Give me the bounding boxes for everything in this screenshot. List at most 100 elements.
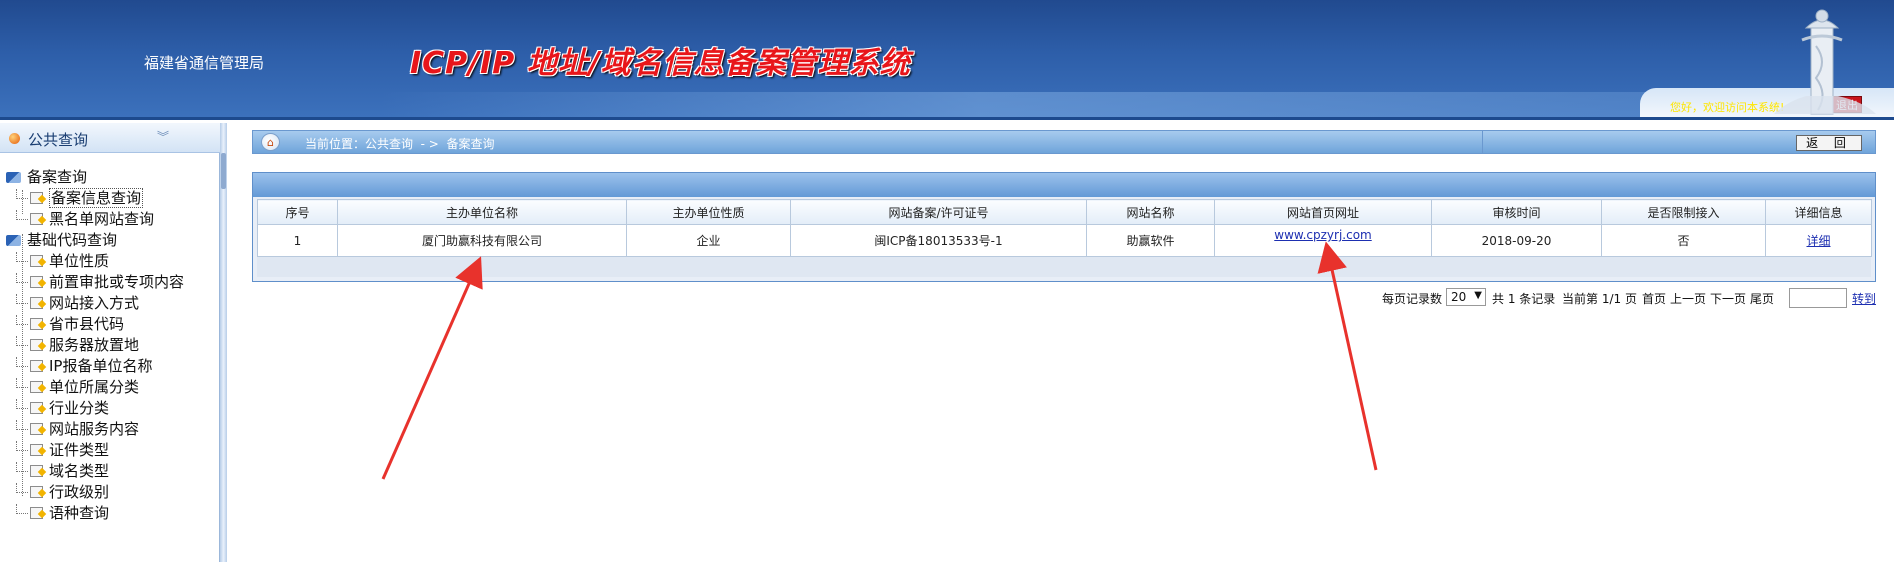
action-bar: 返 回 [1482,130,1876,154]
tree-item-label: 前置审批或专项内容 [49,273,185,291]
col-url: 网站首页网址 [1214,199,1432,225]
folder-group-icon [6,235,21,246]
arrow-to-org-name [381,256,483,480]
tree-node-icon [30,255,43,267]
tree-item-region-code[interactable]: 省市县代码 [16,313,124,334]
cell-url: www.cpzyrj.com [1214,224,1432,257]
tree-node-icon [30,276,43,288]
header-banner: 福建省通信管理局 ICP/IP 地址/域名信息备案管理系统 您好，欢迎访问本系统… [0,0,1894,120]
current-page: 当前第 1/1 页 [1562,292,1637,306]
jump-page-input[interactable] [1789,288,1847,308]
home-icon[interactable]: ⌂ [261,133,280,151]
tree-connector [16,504,28,514]
cell-review-time: 2018-09-20 [1431,224,1602,257]
results-panel-header [253,173,1875,197]
collapse-chevrons-icon[interactable]: ︾ [157,128,169,145]
tree-group-filing-query[interactable]: 备案查询 [6,166,87,187]
tree-item-ip-unit[interactable]: IP报备单位名称 [16,355,152,376]
tree-item-label: 黑名单网站查询 [49,210,155,228]
tree-node-icon [30,339,43,351]
cell-org-type: 企业 [626,224,791,257]
per-page-label: 每页记录数 [1382,292,1443,306]
tree-connector [16,441,28,451]
page-size-select[interactable]: 20 ▼ [1446,288,1486,306]
tree-connector [16,315,28,325]
tree-node-icon [30,507,43,519]
dropdown-arrow-icon: ▼ [1474,290,1482,301]
tree-item-server-location[interactable]: 服务器放置地 [16,334,139,355]
sidebar-splitter[interactable] [220,123,227,562]
detail-link[interactable]: 详细 [1806,234,1830,248]
tree-connector [16,252,28,262]
tree-connector [16,357,28,367]
tree-item-label: 语种查询 [49,504,110,522]
tree-connector [16,399,28,409]
back-button[interactable]: 返 回 [1796,135,1862,151]
tree-item-label: 备案信息查询 [49,188,144,208]
sidebar-header[interactable]: 公共查询 ︾ [0,123,220,153]
tree-connector [16,189,28,199]
tree-item-label: 网站服务内容 [49,420,140,438]
cell-index: 1 [257,224,338,257]
tree-item-service-content[interactable]: 网站服务内容 [16,418,139,439]
tree-node-icon [30,213,43,225]
tree-item-pre-approval[interactable]: 前置审批或专项内容 [16,271,184,292]
next-page-link[interactable]: 下一页 [1710,290,1746,307]
col-org-name: 主办单位名称 [337,199,627,225]
tree-connector [16,483,28,493]
tree-item-label: 省市县代码 [49,315,125,333]
col-detail: 详细信息 [1765,199,1872,225]
sidebar-title: 公共查询 [28,131,89,149]
tree-item-label: 证件类型 [49,441,110,459]
tree-item-admin-level[interactable]: 行政级别 [16,481,109,502]
tree-item-unit-category[interactable]: 单位所属分类 [16,376,139,397]
tree-group-base-codes[interactable]: 基础代码查询 [6,229,117,250]
tree-item-label: 网站接入方式 [49,294,140,312]
tree-item-domain-type[interactable]: 域名类型 [16,460,109,481]
last-page-link[interactable]: 尾页 [1750,290,1774,307]
tree-item-access-mode[interactable]: 网站接入方式 [16,292,139,313]
col-index: 序号 [257,199,338,225]
tree-item-filing-info[interactable]: 备案信息查询 [16,187,144,208]
results-panel: 序号 主办单位名称 主办单位性质 网站备案/许可证号 网站名称 网站首页网址 审… [252,172,1876,282]
tree-node-icon [30,360,43,372]
tree-item-label: 单位所属分类 [49,378,140,396]
jump-link[interactable]: 转到 [1852,290,1876,307]
prev-page-link[interactable]: 上一页 [1670,290,1706,307]
pillar-logo-icon [1774,9,1876,115]
tree-connector [16,378,28,388]
tree-node-icon [30,423,43,435]
tree-item-id-type[interactable]: 证件类型 [16,439,109,460]
tree-item-unit-nature[interactable]: 单位性质 [16,250,109,271]
tree-connector [16,294,28,304]
tree-item-language[interactable]: 语种查询 [16,502,109,523]
tree-item-blacklist[interactable]: 黑名单网站查询 [16,208,154,229]
tree-node-icon [30,318,43,330]
tree-group-label: 备案查询 [27,168,88,186]
page-size-value: 20 [1451,290,1467,304]
tree-item-industry[interactable]: 行业分类 [16,397,109,418]
first-page-link[interactable]: 首页 [1642,290,1666,307]
org-name: 福建省通信管理局 [144,54,265,72]
tree-connector [16,210,28,220]
tree-item-label: IP报备单位名称 [49,357,153,375]
tree-node-icon [30,297,43,309]
tree-node-icon [30,381,43,393]
cell-detail: 详细 [1765,224,1872,257]
orange-dot-icon [9,133,20,144]
tree-item-label: 服务器放置地 [49,336,140,354]
tree-node-icon [30,402,43,414]
breadcrumb-bar: ⌂ 当前位置：公共查询 - > 备案查询 [252,130,1484,154]
arrow-to-site-url [1317,241,1378,471]
tree-node-icon [30,192,43,204]
splitter-grip[interactable] [221,153,226,189]
tree-node-icon [30,465,43,477]
cell-restricted: 否 [1601,224,1766,257]
tree-node-icon [30,444,43,456]
cell-site-name: 助赢软件 [1086,224,1215,257]
col-site-name: 网站名称 [1086,199,1215,225]
table-row: 1 厦门助赢科技有限公司 企业 闽ICP备18013533号-1 助赢软件 ww… [257,224,1872,257]
tree-item-label: 行业分类 [49,399,110,417]
tree-node-icon [30,486,43,498]
site-url-link[interactable]: www.cpzyrj.com [1274,228,1371,242]
